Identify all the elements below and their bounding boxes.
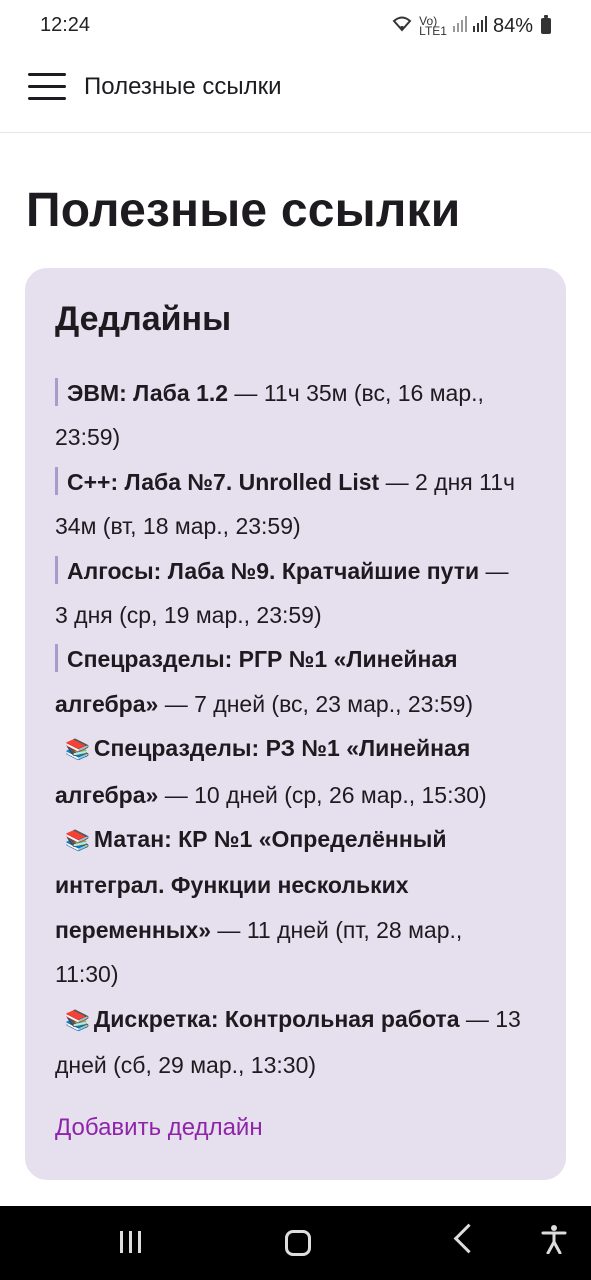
- home-icon[interactable]: [285, 1230, 311, 1256]
- deadlines-title: Дедлайны: [55, 300, 232, 338]
- status-bar: 12:24 Vo) LTE1 84%: [0, 0, 591, 54]
- deadlines-list: ЭВМ: Лаба 1.2 — 11ч 35м (вс, 16 мар., 23…: [55, 371, 525, 1088]
- battery-percentage: 84%: [492, 14, 533, 37]
- status-time: 12:24: [40, 14, 91, 36]
- recent-apps-icon[interactable]: [120, 1231, 144, 1253]
- system-nav-bar: [0, 1206, 591, 1280]
- signal-icon: [472, 15, 487, 38]
- back-icon[interactable]: [453, 1223, 484, 1254]
- deadline-item: C++: Лаба №7. Unrolled List — 2 дня 11ч …: [55, 460, 525, 549]
- volte-icon: Vo) LTE1: [419, 14, 447, 38]
- deadline-marker: [55, 555, 58, 584]
- wifi-icon: [391, 14, 413, 38]
- deadline-marker: [55, 644, 58, 673]
- battery-icon: [541, 15, 551, 34]
- deadline-item: Спецразделы: РГР №1 «Линейная алгебра» —…: [55, 637, 525, 726]
- deadline-marker: [55, 378, 58, 406]
- deadlines-card: Дедлайны ЭВМ: Лаба 1.2 — 11ч 35м (вс, 16…: [25, 268, 566, 1180]
- deadline-item: 📚 Спецразделы: РЗ №1 «Линейная алгебра» —…: [55, 726, 525, 817]
- signal-icon: [452, 15, 467, 38]
- deadline-item: 📚 Матан: КР №1 «Определённый интеграл. Фу…: [55, 817, 525, 997]
- deadline-name: Дискретка: Контрольная работа: [93, 1005, 460, 1032]
- books-icon: 📚: [65, 830, 90, 853]
- hamburger-menu-icon[interactable]: [28, 71, 68, 101]
- page-title: Полезные ссылки: [26, 184, 461, 237]
- app-bar-title: Полезные ссылки: [84, 73, 282, 100]
- deadline-item: Алгосы: Лаба №9. Кратчайшие пути — 3 дня…: [55, 549, 525, 638]
- deadline-marker: [55, 466, 58, 495]
- deadline-name: Алгосы: Лаба №9. Кратчайшие пути: [67, 557, 480, 584]
- deadline-time: — 7 дней (вс, 23 мар., 23:59): [158, 690, 474, 717]
- deadline-name: C++: Лаба №7. Unrolled List: [67, 468, 380, 495]
- accessibility-icon[interactable]: [541, 1224, 571, 1258]
- books-icon: 📚: [65, 1009, 90, 1032]
- deadline-time: — 10 дней (ср, 26 мар., 15:30): [158, 781, 487, 808]
- deadline-item: 📚 Дискретка: Контрольная работа — 13 дней…: [55, 997, 525, 1088]
- books-icon: 📚: [65, 739, 90, 762]
- deadline-item: ЭВМ: Лаба 1.2 — 11ч 35м (вс, 16 мар., 23…: [55, 371, 525, 460]
- deadline-name: ЭВМ: Лаба 1.2: [67, 380, 229, 406]
- app-bar: Полезные ссылки: [0, 54, 591, 133]
- status-icons: Vo) LTE1 84%: [391, 14, 551, 38]
- add-deadline-link[interactable]: Добавить дедлайн: [55, 1114, 263, 1142]
